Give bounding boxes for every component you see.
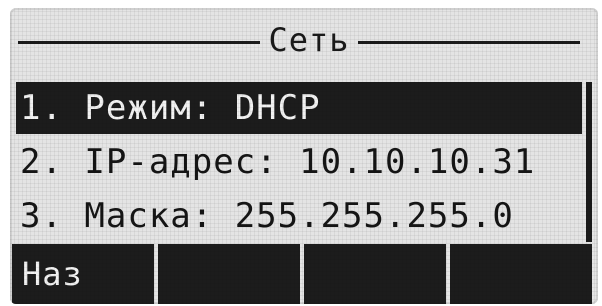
scrollbar[interactable] (586, 82, 592, 242)
softkey-4[interactable] (450, 244, 592, 304)
softkey-back[interactable]: Наз (12, 244, 154, 304)
lcd-screen: Сеть 1. Режим: DHCP 2. IP-адрес: 10.10.1… (10, 8, 598, 304)
menu-item-ip-address[interactable]: 2. IP-адрес: 10.10.10.31 (16, 136, 582, 188)
menu-item-mode[interactable]: 1. Режим: DHCP (16, 82, 582, 134)
softkey-bar: Наз (12, 244, 596, 304)
title-divider-left (18, 41, 260, 44)
title-bar: Сеть (10, 22, 598, 58)
menu-item-mask[interactable]: 3. Маска: 255.255.255.0 (16, 190, 582, 242)
softkey-3[interactable] (304, 244, 446, 304)
screen-title: Сеть (268, 21, 350, 59)
softkey-2[interactable] (158, 244, 300, 304)
title-divider-right (358, 41, 580, 44)
